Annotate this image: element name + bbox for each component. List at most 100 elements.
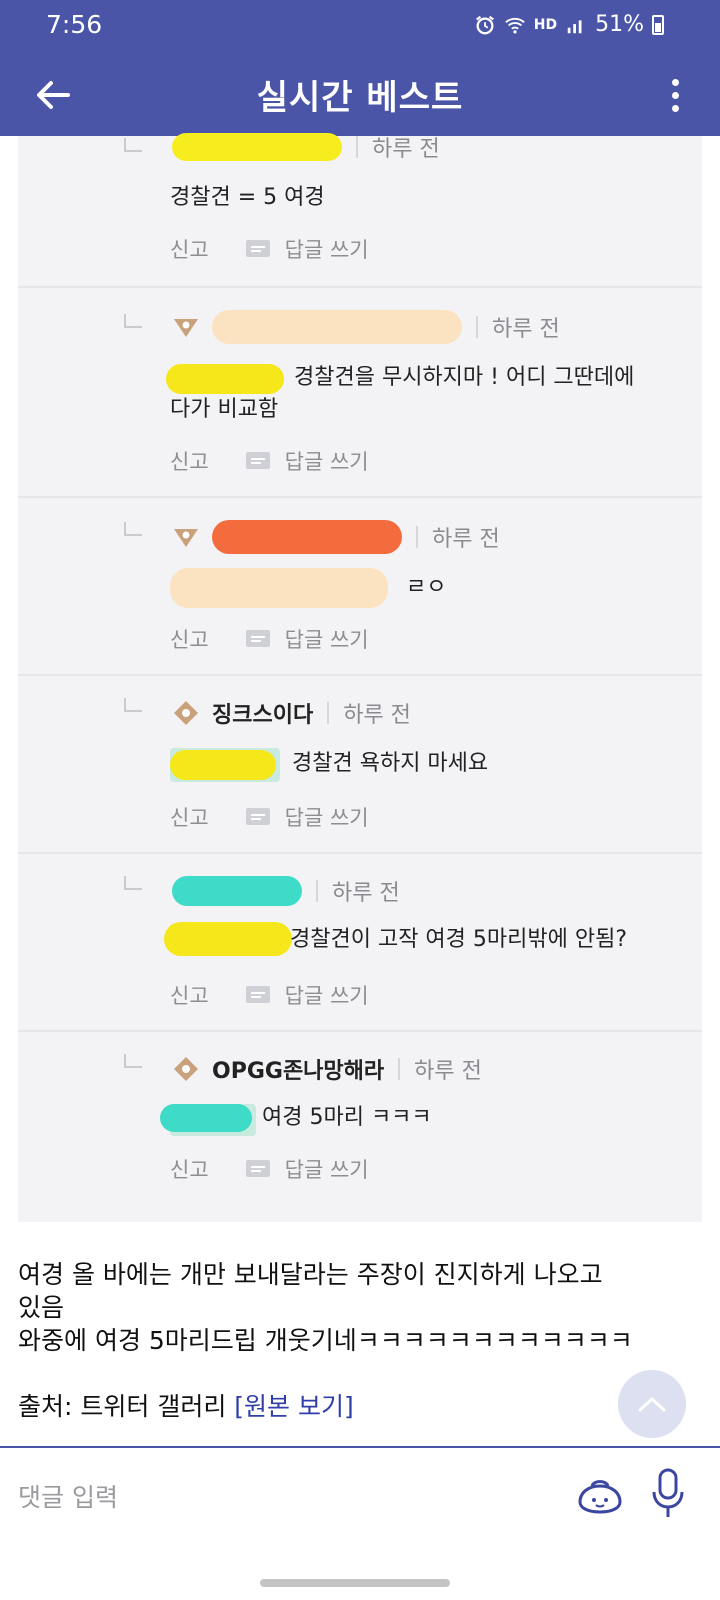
write-reply-button[interactable]: 답글 쓰기	[285, 802, 369, 832]
reply-actions: 신고 답글 쓰기	[170, 446, 369, 476]
divider	[356, 136, 358, 158]
reply-icon	[245, 452, 270, 469]
divider	[316, 880, 318, 902]
reply-time: 하루 전	[343, 703, 411, 728]
write-reply-button[interactable]: 답글 쓰기	[285, 234, 369, 264]
battery-icon	[652, 14, 664, 35]
reply-item: 하루 전 경찰견 = 5 여경 신고 답글 쓰기	[18, 133, 702, 288]
write-reply-button[interactable]: 답글 쓰기	[285, 446, 369, 476]
reply-nickname[interactable]: OPGG존나망해라	[212, 1053, 384, 1085]
home-indicator[interactable]	[260, 1579, 450, 1587]
reply-text-content: ㄹㅇ	[406, 575, 447, 600]
reply-nickname[interactable]: 징크스이다	[212, 697, 313, 729]
reply-elbow-icon	[124, 1054, 142, 1068]
emoticon-icon[interactable]	[574, 1468, 626, 1520]
reply-time: 하루 전	[372, 137, 440, 162]
network-label: HD	[533, 16, 558, 33]
app-bar: 7:56 HD 51% 실시간 베스트	[0, 0, 720, 136]
scroll-to-top-button[interactable]	[618, 1370, 686, 1438]
status-bar: 7:56 HD 51%	[0, 0, 720, 52]
rank-badge-icon	[174, 529, 198, 547]
reply-meta: 하루 전	[172, 874, 400, 908]
report-button[interactable]: 신고	[170, 234, 209, 264]
reply-item: OPGG존나망해라 하루 전 여경 5마리 ㅋㅋㅋ 신고 답글 쓰기	[18, 1032, 702, 1198]
reply-elbow-icon	[124, 138, 142, 152]
reply-icon	[245, 630, 270, 647]
reply-actions: 신고 답글 쓰기	[170, 624, 369, 654]
dot	[671, 104, 679, 112]
report-button[interactable]: 신고	[170, 802, 209, 832]
reply-list: 하루 전 경찰견 = 5 여경 신고 답글 쓰기 하루 전 경찰견을 무시하지마…	[18, 133, 702, 1222]
reply-elbow-icon	[124, 698, 142, 712]
dot	[671, 91, 679, 99]
reply-text: 경찰견 = 5 여경	[170, 182, 678, 214]
reply-text: ㄹㅇ	[170, 572, 678, 604]
write-reply-button[interactable]: 답글 쓰기	[285, 1154, 369, 1184]
reply-time: 하루 전	[432, 527, 500, 552]
censored-nickname	[212, 310, 462, 344]
write-reply-button[interactable]: 답글 쓰기	[285, 980, 369, 1010]
divider	[416, 526, 418, 548]
reply-text-content: 경찰견 = 5 여경	[170, 185, 325, 210]
write-reply-button[interactable]: 답글 쓰기	[285, 624, 369, 654]
reply-item: 하루 전 경찰견을 무시하지마 ! 어디 그딴데에 다가 비교함 신고 답글 쓰…	[18, 288, 702, 498]
article-body: 여경 올 바에는 개만 보내달라는 주장이 진지하게 나오고 있음 와중에 여경…	[18, 1258, 698, 1423]
alarm-icon	[475, 15, 494, 34]
view-original-link[interactable]: [원본 보기]	[234, 1392, 353, 1421]
reply-meta: 하루 전	[172, 130, 440, 164]
reply-actions: 신고 답글 쓰기	[170, 1154, 369, 1184]
wifi-icon	[504, 17, 525, 34]
reply-elbow-icon	[124, 314, 142, 328]
rank-badge-icon	[174, 701, 198, 725]
comment-input-bar: 댓글 입력	[0, 1446, 720, 1556]
reply-time: 하루 전	[492, 317, 560, 342]
reply-meta: 징크스이다 하루 전	[172, 696, 411, 730]
reply-meta: OPGG존나망해라 하루 전	[172, 1052, 482, 1086]
reply-icon	[245, 240, 270, 257]
status-icons: HD 51%	[474, 12, 664, 37]
reply-text-content: 경찰견 욕하지 마세요	[292, 751, 489, 776]
reply-elbow-icon	[124, 876, 142, 890]
divider	[398, 1058, 401, 1080]
rank-badge-icon	[174, 1057, 198, 1081]
reply-text: 경찰견을 무시하지마 ! 어디 그딴데에 다가 비교함	[170, 362, 678, 426]
reply-text: 경찰견 욕하지 마세요	[170, 748, 678, 780]
reply-meta: 하루 전	[172, 520, 500, 554]
divider	[476, 316, 478, 338]
report-button[interactable]: 신고	[170, 446, 209, 476]
censored-nickname	[172, 133, 342, 161]
reply-text: 경찰견이 고작 여경 5마리밖에 안됨?	[170, 924, 678, 956]
rank-badge-icon	[174, 319, 198, 337]
reply-time: 하루 전	[414, 1059, 482, 1084]
reply-icon	[245, 1160, 270, 1177]
article-line: 여경 올 바에는 개만 보내달라는 주장이 진지하게 나오고	[18, 1260, 603, 1289]
reply-icon	[245, 986, 270, 1003]
reply-text-content: 경찰견이 고작 여경 5마리밖에 안됨?	[290, 927, 628, 952]
reply-text: 여경 5마리 ㅋㅋㅋ	[170, 1102, 678, 1134]
censored-nickname	[212, 520, 402, 554]
reply-icon	[245, 808, 270, 825]
report-button[interactable]: 신고	[170, 980, 209, 1010]
comment-input[interactable]: 댓글 입력	[18, 1478, 118, 1514]
divider	[327, 702, 330, 724]
report-button[interactable]: 신고	[170, 1154, 209, 1184]
microphone-icon[interactable]	[648, 1466, 688, 1522]
article-line: 와중에 여경 5마리드립 개웃기네ㅋㅋㅋㅋㅋㅋㅋㅋㅋㅋㅋㅋ	[18, 1326, 633, 1355]
reply-elbow-icon	[124, 522, 142, 536]
dot	[671, 78, 679, 86]
censored-nickname	[172, 876, 302, 906]
reply-item: 징크스이다 하루 전 경찰견 욕하지 마세요 신고 답글 쓰기	[18, 676, 702, 854]
reply-text-content: 여경 5마리 ㅋㅋㅋ	[262, 1105, 432, 1130]
reply-text-line: 다가 비교함	[170, 397, 279, 422]
source-prefix: 출처: 트위터 갤러리	[18, 1392, 235, 1421]
more-options-button[interactable]	[660, 72, 690, 118]
article-line: 있음	[18, 1293, 65, 1322]
reply-actions: 신고 답글 쓰기	[170, 980, 369, 1010]
reply-meta: 하루 전	[172, 310, 560, 344]
report-button[interactable]: 신고	[170, 624, 209, 654]
reply-time: 하루 전	[332, 881, 400, 906]
page-title: 실시간 베스트	[256, 78, 464, 118]
reply-item: 하루 전 경찰견이 고작 여경 5마리밖에 안됨? 신고 답글 쓰기	[18, 854, 702, 1032]
reply-actions: 신고 답글 쓰기	[170, 234, 369, 264]
status-time: 7:56	[46, 10, 103, 39]
